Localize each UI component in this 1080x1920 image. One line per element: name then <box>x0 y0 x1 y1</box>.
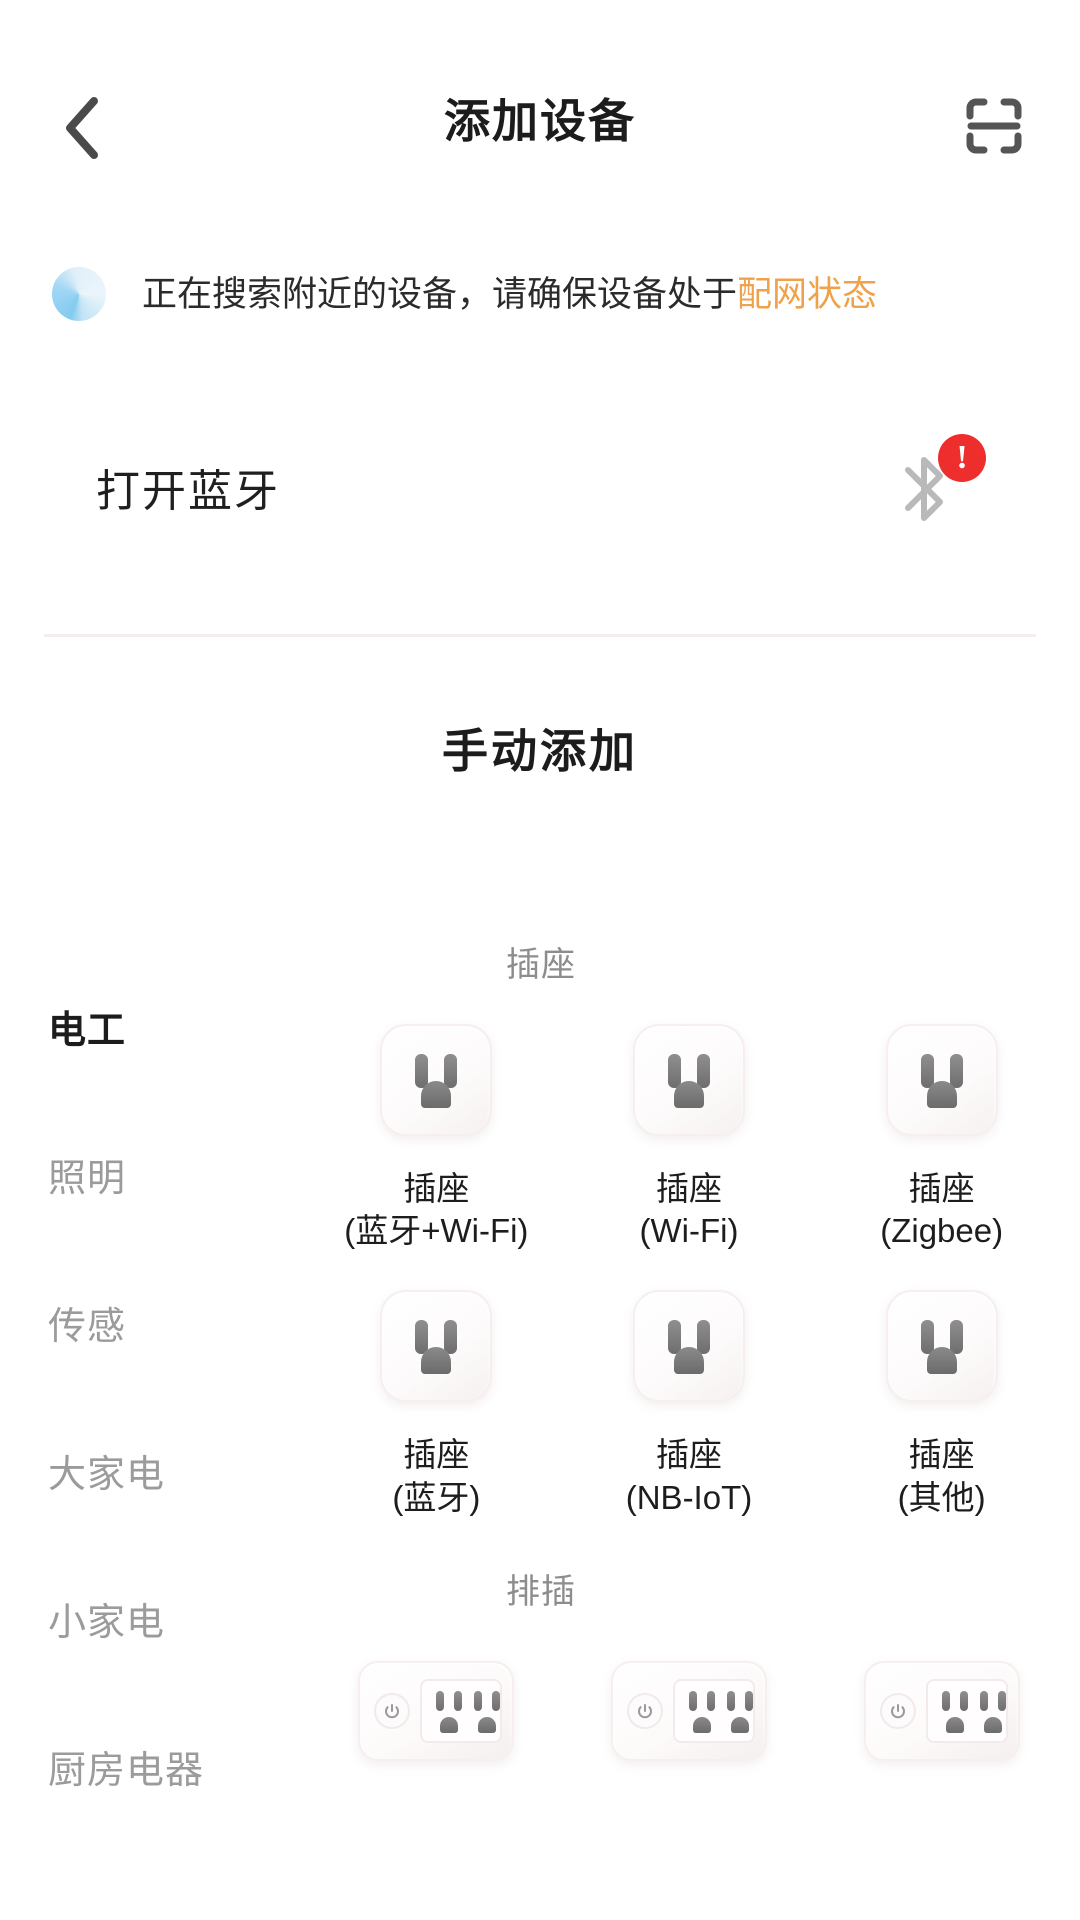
wall-socket-icon <box>885 1018 998 1142</box>
sidebar-item-zhaoming[interactable]: 照明 <box>0 1100 300 1248</box>
wall-socket-icon <box>885 1284 998 1408</box>
product-tile[interactable]: 插座 (Zigbee) <box>815 1018 1068 1252</box>
wall-socket-icon <box>632 1018 745 1142</box>
sidebar-item-label: 电工 <box>48 1009 127 1052</box>
sidebar-item-label: 传感 <box>48 1305 127 1348</box>
power-strip-icon <box>358 1649 515 1773</box>
product-tile[interactable]: 插座 (蓝牙+Wi-Fi) <box>310 1018 563 1252</box>
product-content: 插座 插座 (蓝牙+Wi-Fi) 插座 (Wi-Fi) 插座 (Zigbee) … <box>300 930 1080 1920</box>
wall-socket-icon <box>380 1284 493 1408</box>
search-status-text: 正在搜索附近的设备，请确保设备处于配网状态 <box>142 277 877 312</box>
search-status-row: 正在搜索附近的设备，请确保设备处于配网状态 <box>0 262 1080 326</box>
product-label-variant: (其他) <box>897 1478 986 1516</box>
app-header: 添加设备 <box>0 0 1080 200</box>
bluetooth-card[interactable]: 打开蓝牙 ! <box>0 392 1080 582</box>
product-tile[interactable]: 插座 (蓝牙) <box>310 1284 563 1518</box>
sidebar-item-diangong[interactable]: 电工 <box>0 952 300 1100</box>
product-label-name: 插座 <box>655 1436 722 1474</box>
category-body: 电工 照明 传感 大家电 小家电 厨房电器 插座 插座 (蓝牙+Wi-Fi) 插… <box>0 930 1080 1920</box>
sidebar-item-label: 大家电 <box>48 1453 166 1496</box>
product-label-variant: (蓝牙+Wi-Fi) <box>344 1212 529 1250</box>
page-title: 添加设备 <box>444 95 636 147</box>
product-tile[interactable] <box>310 1649 563 1773</box>
sidebar-item-label: 厨房电器 <box>48 1749 205 1792</box>
scan-qr-icon <box>960 92 1028 165</box>
sidebar-item-label: 照明 <box>48 1157 127 1200</box>
back-button[interactable] <box>42 88 122 168</box>
product-grid-power-strip <box>300 1649 1080 1773</box>
section-title: 插座 <box>506 946 576 984</box>
manual-add-heading: 手动添加 <box>442 725 638 777</box>
product-label-name: 插座 <box>908 1170 975 1207</box>
add-device-screen: 添加设备 正在搜索附近的设备，请确保设备处于配网状态 打开蓝牙 ! 手动添加 电… <box>0 0 1080 1920</box>
bluetooth-label: 打开蓝牙 <box>96 467 280 516</box>
sidebar-item-dajiadian[interactable]: 大家电 <box>0 1396 300 1544</box>
product-label-variant: (NB-IoT) <box>625 1478 753 1516</box>
product-label-name: 插座 <box>655 1170 722 1207</box>
product-tile[interactable]: 插座 (Wi-Fi) <box>563 1018 816 1252</box>
bluetooth-warning-badge: ! <box>938 434 986 482</box>
bluetooth-icon-wrapper: ! <box>884 432 994 542</box>
sidebar-item-label: 小家电 <box>48 1601 166 1644</box>
power-strip-icon <box>863 1649 1020 1773</box>
power-strip-icon <box>610 1649 767 1773</box>
category-sidebar: 电工 照明 传感 大家电 小家电 厨房电器 <box>0 930 300 1920</box>
chevron-left-icon <box>60 95 104 161</box>
product-label-variant: (蓝牙) <box>392 1478 481 1516</box>
section-title: 排插 <box>506 1572 576 1611</box>
wall-socket-icon <box>632 1284 745 1408</box>
sidebar-item-chufangdianqi[interactable]: 厨房电器 <box>0 1692 300 1840</box>
product-label-name: 插座 <box>908 1436 975 1474</box>
product-label-name: 插座 <box>403 1170 470 1207</box>
sidebar-item-chuangan[interactable]: 传感 <box>0 1248 300 1396</box>
search-status-highlight[interactable]: 配网状态 <box>737 275 877 314</box>
sidebar-item-xiaojiadian[interactable]: 小家电 <box>0 1544 300 1692</box>
product-grid-socket: 插座 (蓝牙+Wi-Fi) 插座 (Wi-Fi) 插座 (Zigbee) 插座 … <box>300 1018 1080 1519</box>
product-tile[interactable] <box>815 1649 1068 1773</box>
product-label-name: 插座 <box>403 1436 470 1474</box>
product-section-socket: 插座 插座 (蓝牙+Wi-Fi) 插座 (Wi-Fi) 插座 (Zigbee) … <box>300 948 1080 1519</box>
product-section-power-strip: 排插 <box>300 1575 1080 1773</box>
product-label-variant: (Wi-Fi) <box>639 1212 739 1250</box>
loading-spinner-icon <box>52 267 106 321</box>
section-divider <box>44 634 1036 637</box>
search-status-prefix: 正在搜索附近的设备，请确保设备处于 <box>142 274 738 314</box>
product-label-variant: (Zigbee) <box>880 1212 1004 1250</box>
scan-button[interactable] <box>956 90 1032 166</box>
product-tile[interactable] <box>563 1649 816 1773</box>
product-tile[interactable]: 插座 (NB-IoT) <box>563 1284 816 1518</box>
product-tile[interactable]: 插座 (其他) <box>815 1284 1068 1518</box>
wall-socket-icon <box>380 1018 493 1142</box>
